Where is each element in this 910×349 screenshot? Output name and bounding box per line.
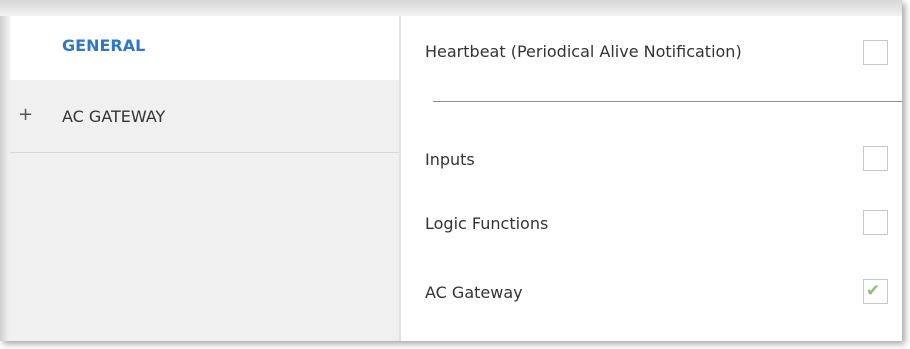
inputs-label: Inputs [425,150,475,169]
expand-plus-icon[interactable]: + [18,106,33,124]
window-top-edge [0,0,902,16]
sidebar-item-label: AC GATEWAY [62,107,166,126]
logic-functions-checkbox[interactable] [863,210,888,235]
section-separator [433,101,902,102]
sidebar-item-label: GENERAL [62,36,146,55]
heartbeat-label: Heartbeat (Periodical Alive Notification… [425,42,742,61]
check-icon: ✔ [866,281,881,301]
inputs-checkbox[interactable] [863,146,888,171]
sidebar-item-ac-gateway[interactable]: + AC GATEWAY [10,80,399,153]
ac-gateway-checkbox[interactable]: ✔ [863,279,888,304]
heartbeat-checkbox[interactable] [863,40,888,65]
sidebar-divider [399,16,401,341]
app-window: GENERAL + AC GATEWAY Heartbeat (Periodic… [0,0,902,341]
window-left-edge [0,16,10,341]
sidebar-item-general[interactable]: GENERAL [10,16,399,80]
logic-functions-label: Logic Functions [425,214,549,233]
ac-gateway-label: AC Gateway [425,283,523,302]
sidebar: GENERAL + AC GATEWAY [10,16,399,341]
